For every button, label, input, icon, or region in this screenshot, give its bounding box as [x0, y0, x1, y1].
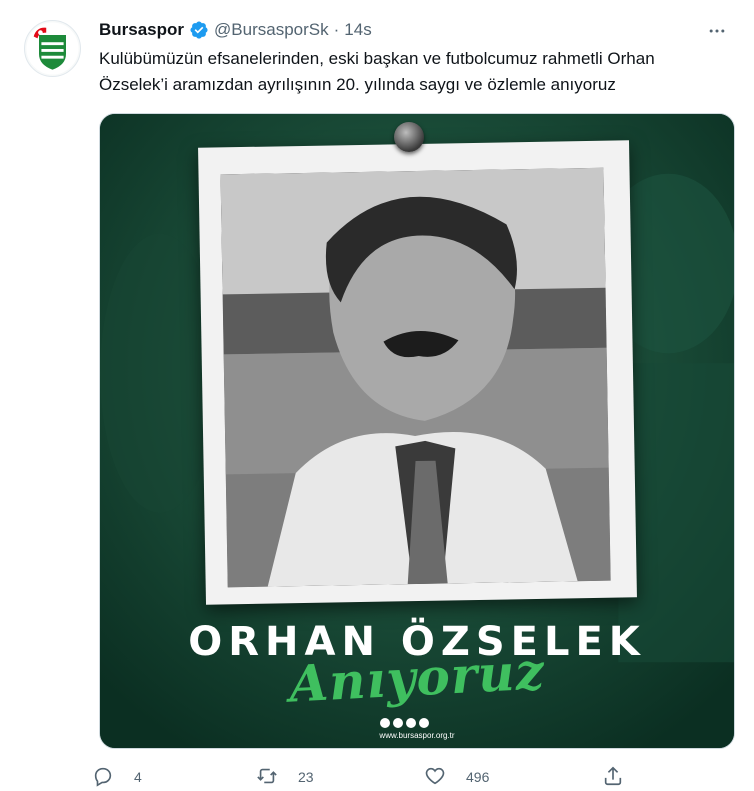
separator: · [333, 20, 340, 39]
like-count: 496 [466, 769, 490, 785]
polaroid-frame [198, 140, 637, 605]
facebook-icon [380, 718, 390, 728]
reply-button[interactable]: 4 [92, 765, 142, 790]
youtube-icon [419, 718, 429, 728]
portrait-photo [220, 167, 611, 588]
tweet-media-image[interactable]: ORHAN ÖZSELEK Anıyoruz www.bursaspor.org… [99, 113, 735, 749]
share-button[interactable] [602, 765, 624, 790]
reply-icon [92, 765, 114, 790]
social-icons [380, 718, 429, 728]
instagram-icon [406, 718, 416, 728]
like-button[interactable]: 496 [424, 765, 489, 790]
tweet-header: Bursaspor @BursasporSk · 14s [99, 16, 372, 44]
verified-badge-icon [189, 20, 209, 40]
timestamp[interactable]: 14s [344, 20, 371, 40]
heart-icon [424, 765, 446, 790]
twitter-icon [393, 718, 403, 728]
media-website: www.bursaspor.org.tr [379, 731, 455, 740]
display-name[interactable]: Bursaspor [99, 20, 184, 40]
bursaspor-logo-icon [26, 22, 79, 75]
share-icon [602, 765, 624, 790]
user-handle[interactable]: @BursasporSk [214, 20, 329, 40]
reply-count: 4 [134, 769, 142, 785]
retweet-icon [256, 765, 278, 790]
tweet-actions: 4 23 496 [92, 762, 652, 791]
retweet-count: 23 [298, 769, 314, 785]
more-horizontal-icon[interactable] [704, 18, 730, 44]
retweet-button[interactable]: 23 [256, 765, 314, 790]
avatar[interactable] [24, 20, 81, 77]
pushpin-icon [394, 122, 424, 152]
tweet-text: Kulübümüzün efsanelerinden, eski başkan … [99, 49, 655, 94]
